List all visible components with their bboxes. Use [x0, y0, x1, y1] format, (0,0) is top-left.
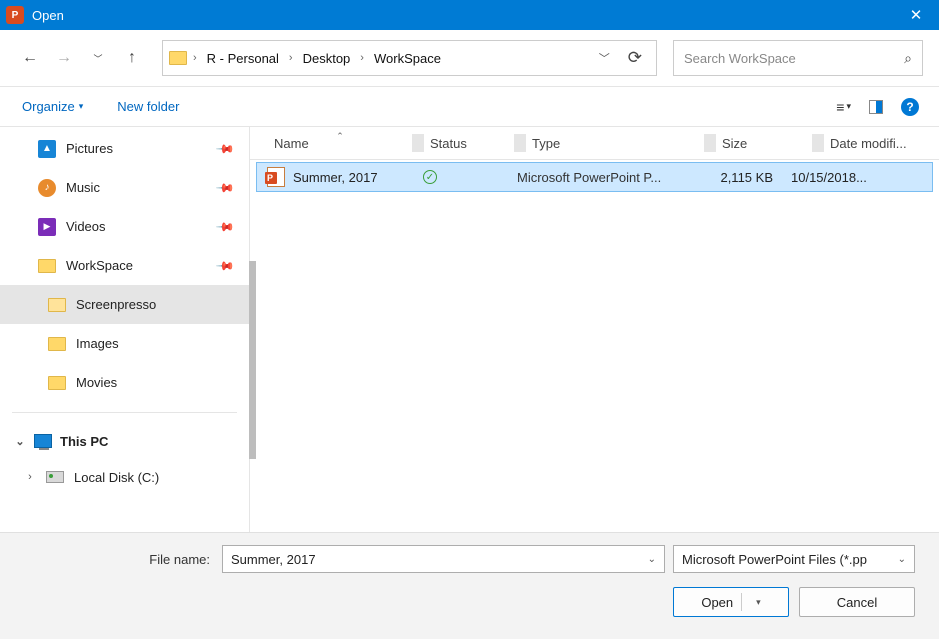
sidebar-item-label: Images	[76, 336, 119, 351]
address-dropdown-icon[interactable]: ﹀	[591, 50, 618, 66]
body: ▲ Pictures 📌 ♪ Music 📌 ▶ Videos 📌 WorkSp…	[0, 127, 939, 532]
column-headers: ⌃ Name Status Type Size Date modifi...	[250, 127, 939, 160]
file-pane: ⌃ Name Status Type Size Date modifi... S…	[250, 127, 939, 532]
cancel-label: Cancel	[837, 595, 877, 610]
powerpoint-file-icon	[267, 167, 285, 187]
col-status[interactable]: Status	[424, 136, 514, 151]
toolbar: Organize ▾ New folder ≡ ▾ ?	[0, 87, 939, 127]
filename-label: File name:	[24, 552, 214, 567]
titlebar: P Open ✕	[0, 0, 939, 30]
chevron-down-icon[interactable]: ▾	[756, 597, 761, 608]
col-name[interactable]: ⌃ Name	[268, 136, 412, 151]
sidebar-item-label: Screenpresso	[76, 297, 156, 312]
sidebar-item-videos[interactable]: ▶ Videos 📌	[0, 207, 249, 246]
app-icon: P	[6, 6, 24, 24]
window-title: Open	[32, 8, 64, 23]
organize-menu[interactable]: Organize ▾	[20, 95, 85, 118]
pictures-icon: ▲	[38, 140, 56, 158]
filename-value: Summer, 2017	[231, 552, 316, 567]
pin-icon: 📌	[215, 177, 235, 197]
cancel-button[interactable]: Cancel	[799, 587, 915, 617]
sort-asc-icon: ⌃	[336, 131, 344, 142]
filetype-select[interactable]: Microsoft PowerPoint Files (*.pp ⌄	[673, 545, 915, 573]
chevron-right-icon[interactable]: ›	[356, 52, 368, 64]
pc-icon	[34, 434, 52, 448]
open-button[interactable]: Open ▾	[673, 587, 789, 617]
refresh-icon[interactable]: ⟳	[620, 48, 650, 68]
search-input[interactable]: Search WorkSpace ⌕	[673, 40, 923, 76]
chevron-right-icon[interactable]: ›	[285, 52, 297, 64]
sidebar-item-label: Movies	[76, 375, 117, 390]
videos-icon: ▶	[38, 218, 56, 236]
file-date: 10/15/2018...	[791, 170, 932, 185]
folder-icon	[48, 376, 66, 390]
address-bar[interactable]: › R - Personal › Desktop › WorkSpace ﹀ ⟳	[162, 40, 657, 76]
pin-icon: 📌	[215, 255, 235, 275]
col-type[interactable]: Type	[526, 136, 704, 151]
chevron-right-icon[interactable]: ›	[189, 52, 201, 64]
chevron-right-icon[interactable]: ›	[24, 471, 36, 483]
sidebar-item-movies[interactable]: Movies	[0, 363, 249, 402]
disk-icon	[46, 471, 64, 483]
breadcrumb-seg-2[interactable]: Desktop	[299, 51, 355, 66]
sidebar-item-label: WorkSpace	[66, 258, 133, 273]
folder-icon	[38, 259, 56, 273]
search-placeholder: Search WorkSpace	[684, 51, 796, 66]
col-label: Name	[274, 136, 309, 151]
sidebar-item-this-pc[interactable]: ⌄ This PC	[0, 423, 249, 459]
open-label: Open	[701, 595, 733, 610]
folder-open-icon	[48, 298, 66, 312]
forward-button[interactable]: →	[50, 44, 78, 72]
chevron-down-icon: ▾	[79, 101, 84, 112]
search-icon[interactable]: ⌕	[904, 50, 912, 67]
sidebar-item-label: Videos	[66, 219, 106, 234]
col-date[interactable]: Date modifi...	[824, 136, 939, 151]
sidebar-item-workspace[interactable]: WorkSpace 📌	[0, 246, 249, 285]
music-icon: ♪	[38, 179, 56, 197]
sidebar-item-label: Pictures	[66, 141, 113, 156]
scrollbar-thumb[interactable]	[249, 261, 256, 459]
file-size: 2,115 KB	[695, 170, 791, 185]
divider	[12, 412, 237, 413]
chevron-down-icon[interactable]: ⌄	[648, 554, 656, 565]
pin-icon: 📌	[215, 216, 235, 236]
pin-icon: 📌	[215, 138, 235, 158]
nav-bar: ← → ﹀ ↑ › R - Personal › Desktop › WorkS…	[0, 30, 939, 87]
sidebar-item-label: This PC	[60, 434, 108, 449]
chevron-down-icon[interactable]: ⌄	[14, 435, 26, 448]
folder-icon	[48, 337, 66, 351]
close-button[interactable]: ✕	[893, 0, 939, 30]
sidebar-item-screenpresso[interactable]: Screenpresso	[0, 285, 249, 324]
up-button[interactable]: ↑	[118, 44, 146, 72]
breadcrumb-seg-3[interactable]: WorkSpace	[370, 51, 445, 66]
sidebar-item-label: Local Disk (C:)	[74, 470, 159, 485]
breadcrumb-seg-1[interactable]: R - Personal	[203, 51, 283, 66]
chevron-down-icon[interactable]: ⌄	[898, 554, 906, 565]
organize-label: Organize	[22, 99, 75, 114]
recent-dropdown[interactable]: ﹀	[84, 44, 112, 72]
sidebar-item-pictures[interactable]: ▲ Pictures 📌	[0, 129, 249, 168]
synced-ok-icon: ✓	[423, 170, 437, 184]
sidebar: ▲ Pictures 📌 ♪ Music 📌 ▶ Videos 📌 WorkSp…	[0, 127, 250, 532]
new-folder-button[interactable]: New folder	[117, 99, 179, 114]
footer: File name: Summer, 2017 ⌄ Microsoft Powe…	[0, 532, 939, 639]
folder-icon	[169, 51, 187, 65]
file-row[interactable]: Summer, 2017 ✓ Microsoft PowerPoint P...…	[256, 162, 933, 192]
sidebar-item-images[interactable]: Images	[0, 324, 249, 363]
preview-pane-toggle[interactable]	[869, 100, 883, 114]
sidebar-item-label: Music	[66, 180, 100, 195]
view-menu[interactable]: ≡ ▾	[836, 99, 851, 115]
col-size[interactable]: Size	[716, 136, 812, 151]
filetype-value: Microsoft PowerPoint Files (*.pp	[682, 552, 867, 567]
filename-input[interactable]: Summer, 2017 ⌄	[222, 545, 665, 573]
file-type: Microsoft PowerPoint P...	[517, 170, 695, 185]
sidebar-item-music[interactable]: ♪ Music 📌	[0, 168, 249, 207]
file-status: ✓	[423, 170, 517, 184]
back-button[interactable]: ←	[16, 44, 44, 72]
file-name: Summer, 2017	[293, 170, 423, 185]
sidebar-item-local-disk[interactable]: › Local Disk (C:)	[0, 459, 249, 495]
help-button[interactable]: ?	[901, 98, 919, 116]
